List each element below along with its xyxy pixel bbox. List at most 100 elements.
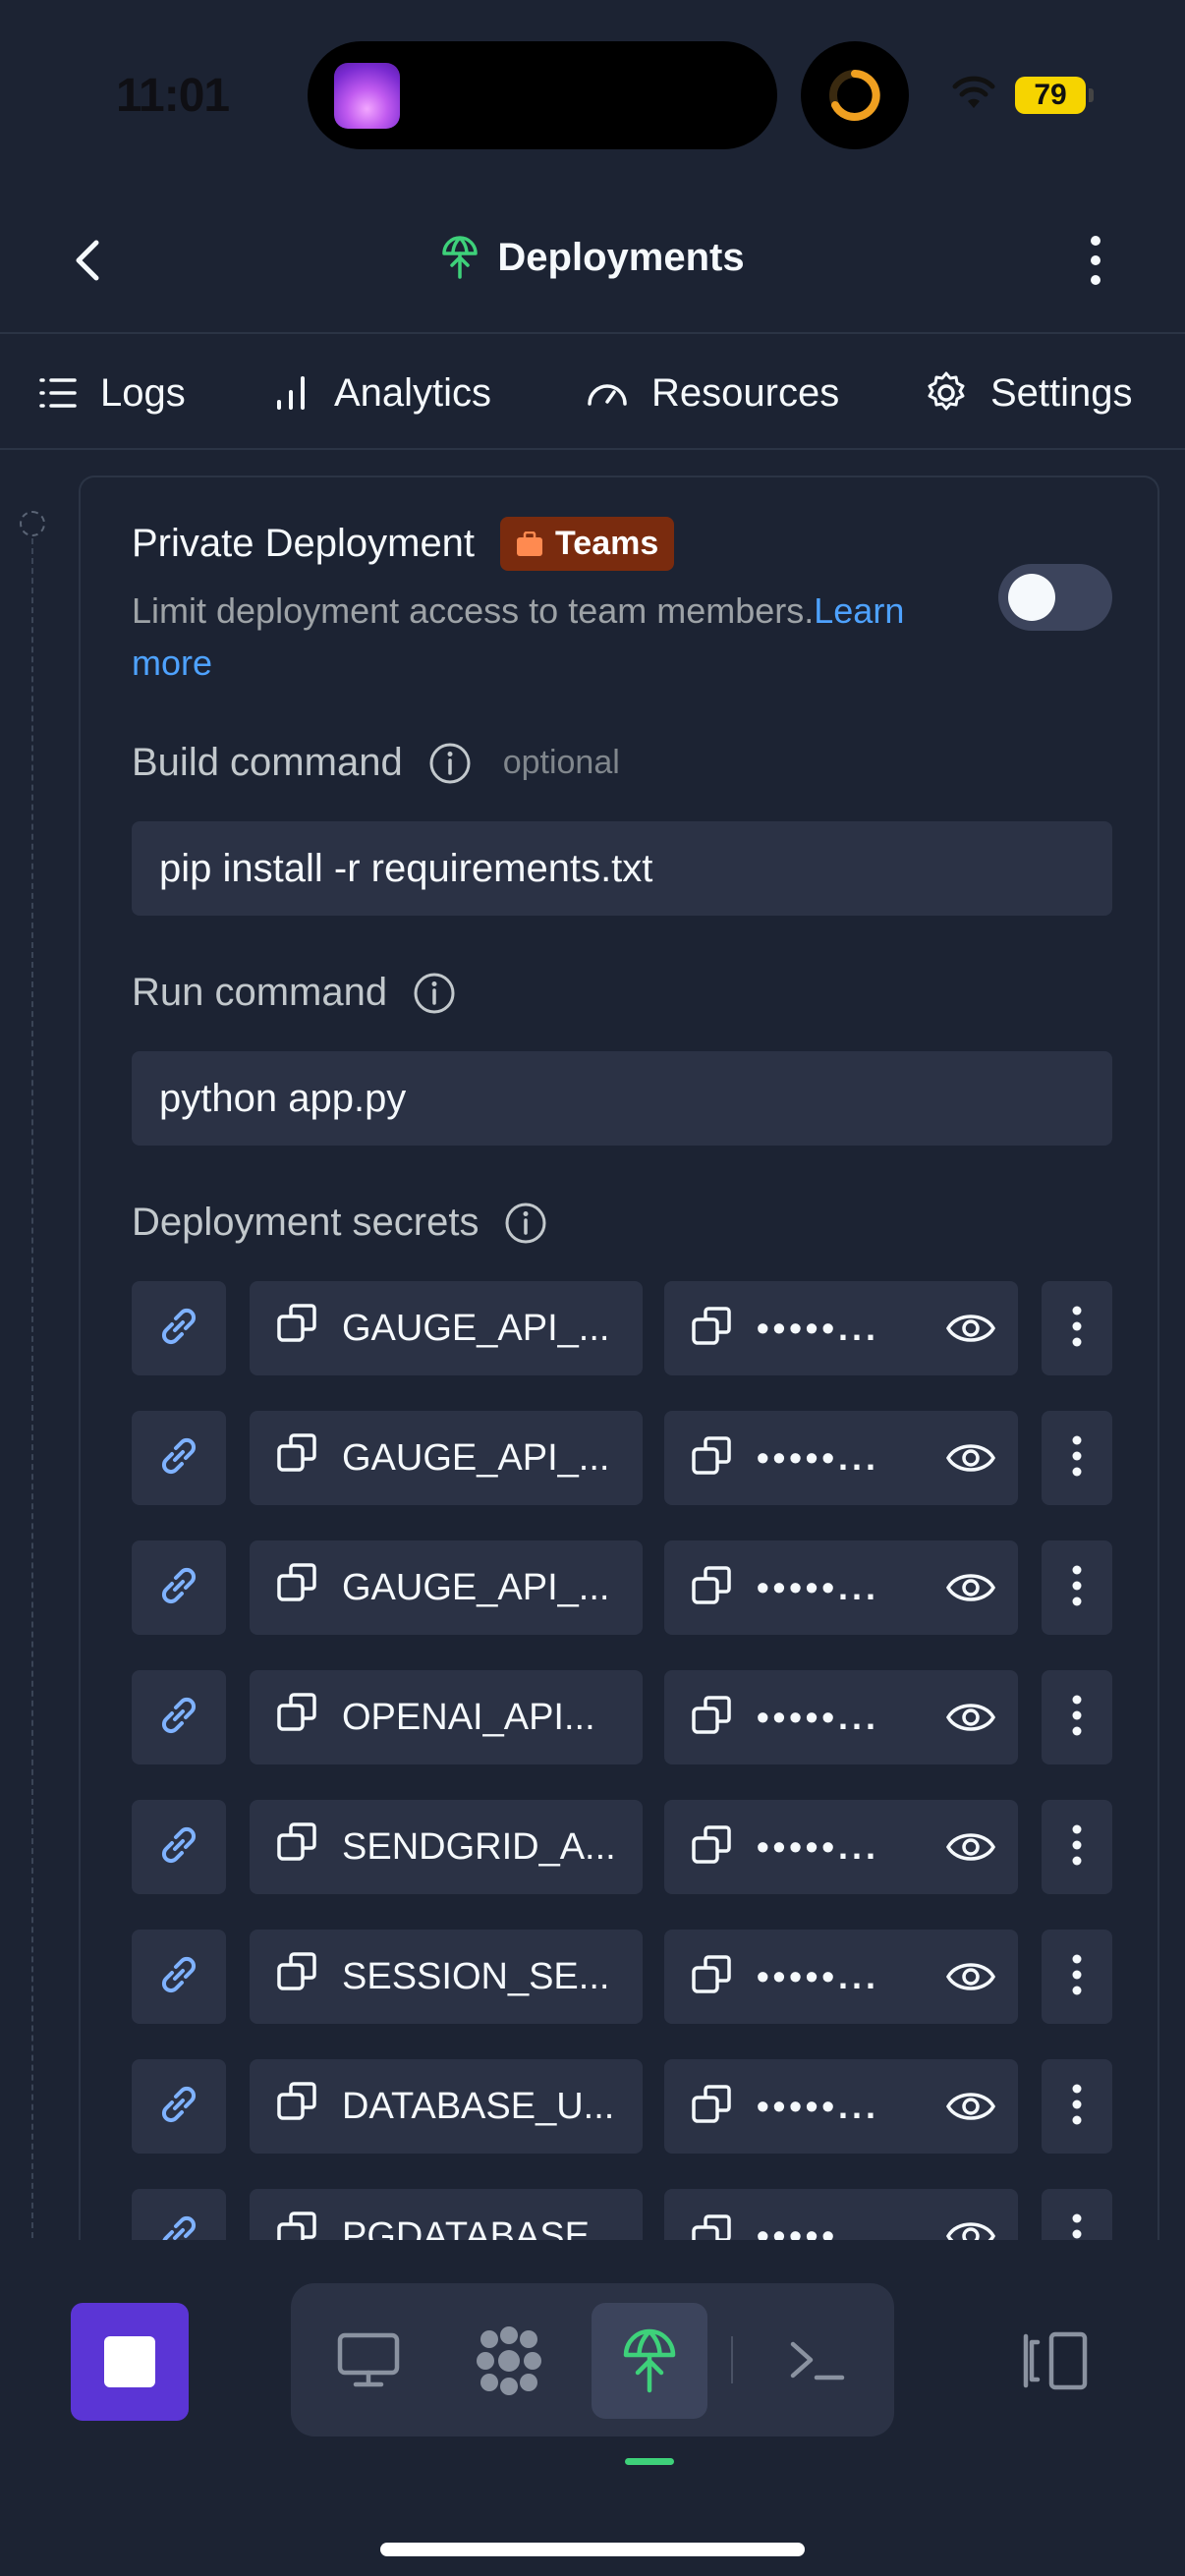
toggle-knob: [1008, 574, 1055, 621]
optional-label: optional: [502, 744, 620, 781]
secret-more-button[interactable]: [1042, 1800, 1112, 1894]
secret-row: SENDGRID_A... •••••...: [132, 1800, 1114, 1894]
secret-value-field[interactable]: •••••...: [664, 1281, 1018, 1375]
copy-icon[interactable]: [275, 1301, 320, 1356]
copy-icon[interactable]: [275, 1430, 320, 1485]
secret-value-masked: •••••...: [757, 1567, 880, 1607]
copy-icon[interactable]: [690, 1304, 735, 1354]
copy-icon[interactable]: [690, 1693, 735, 1743]
copy-icon[interactable]: [275, 1560, 320, 1615]
dock-shell[interactable]: [759, 2303, 875, 2419]
secret-value-field[interactable]: •••••...: [664, 1540, 1018, 1635]
copy-icon[interactable]: [690, 1822, 735, 1873]
link-secret-button[interactable]: [132, 2189, 226, 2244]
link-secret-button[interactable]: [132, 1800, 226, 1894]
stop-icon: [104, 2336, 155, 2387]
more-vertical-icon: [1070, 1432, 1084, 1484]
link-secret-button[interactable]: [132, 2059, 226, 2154]
secret-value-field[interactable]: •••••...: [664, 2189, 1018, 2244]
link-icon: [154, 2080, 203, 2134]
dock-workspace[interactable]: [451, 2303, 567, 2419]
deployments-icon: [442, 236, 479, 279]
copy-icon[interactable]: [690, 2082, 735, 2132]
run-command-label: Run command: [132, 971, 388, 1014]
dock-deployments[interactable]: [592, 2303, 707, 2419]
private-deployment-toggle[interactable]: [998, 564, 1112, 631]
secret-value-masked: •••••...: [757, 1697, 880, 1737]
eye-icon[interactable]: [945, 1307, 996, 1355]
link-secret-button[interactable]: [132, 1930, 226, 2024]
eye-icon[interactable]: [945, 1955, 996, 2003]
stop-button[interactable]: [71, 2303, 189, 2421]
split-pane-icon[interactable]: [1016, 2328, 1091, 2393]
secret-more-button[interactable]: [1042, 1930, 1112, 2024]
secret-more-button[interactable]: [1042, 1540, 1112, 1635]
shell-icon: [790, 2341, 845, 2380]
secret-key-field[interactable]: SESSION_SE...: [250, 1930, 643, 2024]
secret-value-field[interactable]: •••••...: [664, 1670, 1018, 1764]
eye-icon[interactable]: [945, 1696, 996, 1744]
copy-icon[interactable]: [275, 2209, 320, 2244]
secret-more-button[interactable]: [1042, 1281, 1112, 1375]
info-icon[interactable]: [504, 1202, 547, 1245]
secret-key: GAUGE_API_...: [342, 1436, 610, 1479]
more-options-button[interactable]: [1071, 231, 1120, 290]
copy-icon[interactable]: [275, 1949, 320, 2004]
secret-row: PGDATABASE •••••...: [132, 2189, 1114, 2244]
settings-tabs: Logs Analytics Resources Settings: [0, 336, 1185, 450]
secret-row: SESSION_SE... •••••...: [132, 1930, 1114, 2024]
copy-icon[interactable]: [275, 1690, 320, 1745]
info-icon[interactable]: [428, 742, 472, 785]
link-secret-button[interactable]: [132, 1540, 226, 1635]
link-secret-button[interactable]: [132, 1670, 226, 1764]
copy-icon[interactable]: [690, 1433, 735, 1484]
secret-key-field[interactable]: OPENAI_API...: [250, 1670, 643, 1764]
secret-key-field[interactable]: DATABASE_U...: [250, 2059, 643, 2154]
page-title: Deployments: [497, 235, 745, 279]
secret-key-field[interactable]: GAUGE_API_...: [250, 1281, 643, 1375]
secret-more-button[interactable]: [1042, 1670, 1112, 1764]
briefcase-icon: [517, 531, 543, 556]
secret-more-button[interactable]: [1042, 2189, 1112, 2244]
link-secret-button[interactable]: [132, 1281, 226, 1375]
home-indicator: [380, 2543, 805, 2556]
secret-more-button[interactable]: [1042, 2059, 1112, 2154]
info-icon[interactable]: [413, 972, 456, 1015]
eye-icon[interactable]: [945, 1566, 996, 1614]
copy-icon[interactable]: [275, 1820, 320, 1875]
copy-icon[interactable]: [690, 1563, 735, 1613]
deployment-secrets-label-row: Deployment secrets: [132, 1201, 547, 1245]
more-vertical-icon: [1070, 1951, 1084, 2003]
secret-key: GAUGE_API_...: [342, 1307, 610, 1349]
copy-icon[interactable]: [690, 2212, 735, 2244]
secret-value-field[interactable]: •••••...: [664, 1800, 1018, 1894]
secret-value-field[interactable]: •••••...: [664, 1930, 1018, 2024]
tab-logs[interactable]: Logs: [37, 365, 186, 420]
app-header: Deployments: [0, 196, 1185, 334]
tab-settings[interactable]: Settings: [924, 365, 1133, 420]
secret-key-field[interactable]: PGDATABASE: [250, 2189, 643, 2244]
dock-monitor[interactable]: [310, 2303, 426, 2419]
eye-icon[interactable]: [945, 1825, 996, 1874]
build-command-input[interactable]: pip install -r requirements.txt: [132, 821, 1112, 916]
secret-key-field[interactable]: SENDGRID_A...: [250, 1800, 643, 1894]
secret-value-masked: •••••...: [757, 1826, 880, 1867]
tab-analytics[interactable]: Analytics: [271, 365, 491, 420]
secret-row: GAUGE_API_... •••••...: [132, 1411, 1114, 1505]
copy-icon[interactable]: [275, 2079, 320, 2134]
eye-icon[interactable]: [945, 1436, 996, 1484]
secret-key-field[interactable]: GAUGE_API_...: [250, 1540, 643, 1635]
gauge-icon: [588, 384, 627, 406]
secret-key-field[interactable]: GAUGE_API_...: [250, 1411, 643, 1505]
status-bar: 11:01 79: [0, 0, 1185, 187]
secret-value-field[interactable]: •••••...: [664, 1411, 1018, 1505]
secret-more-button[interactable]: [1042, 1411, 1112, 1505]
link-secret-button[interactable]: [132, 1411, 226, 1505]
secret-value-masked: •••••...: [757, 2086, 880, 2126]
copy-icon[interactable]: [690, 1952, 735, 2002]
secret-value-field[interactable]: •••••...: [664, 2059, 1018, 2154]
run-command-input[interactable]: python app.py: [132, 1051, 1112, 1146]
tab-resources[interactable]: Resources: [585, 365, 839, 420]
link-icon: [154, 1302, 203, 1356]
eye-icon[interactable]: [945, 2085, 996, 2133]
